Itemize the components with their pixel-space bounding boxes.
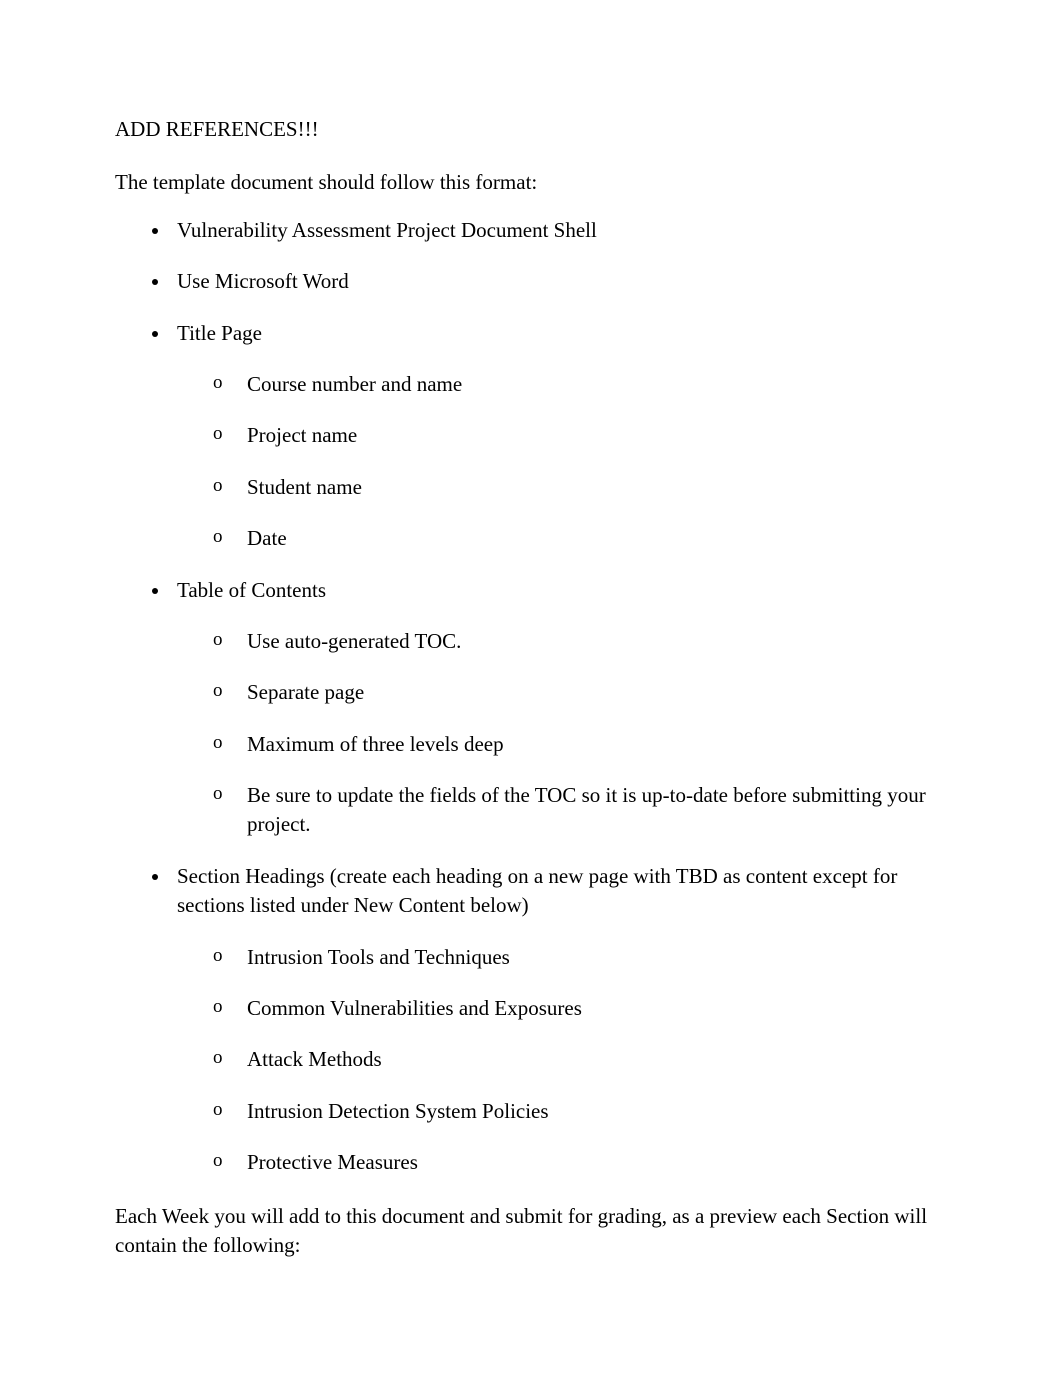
closing-text: Each Week you will add to this document … <box>115 1202 947 1261</box>
sub-marker: o <box>213 730 247 757</box>
list-item: Section Headings (create each heading on… <box>171 862 947 1178</box>
intro-text: The template document should follow this… <box>115 168 947 197</box>
list-item: Title Page oCourse number and name oProj… <box>171 319 947 554</box>
sub-item-text: Attack Methods <box>247 1045 947 1074</box>
sub-marker: o <box>213 1148 247 1175</box>
sub-item-text: Intrusion Tools and Techniques <box>247 943 947 972</box>
sub-list-item: oCourse number and name <box>213 370 947 399</box>
sub-item-text: Use auto-generated TOC. <box>247 627 947 656</box>
sub-list-item: oProject name <box>213 421 947 450</box>
sub-list-item: oBe sure to update the fields of the TOC… <box>213 781 947 840</box>
sub-list-item: oIntrusion Tools and Techniques <box>213 943 947 972</box>
sub-list-item: oIntrusion Detection System Policies <box>213 1097 947 1126</box>
sub-list: oIntrusion Tools and Techniques oCommon … <box>177 943 947 1178</box>
list-item-text: Vulnerability Assessment Project Documen… <box>177 218 597 242</box>
sub-item-text: Common Vulnerabilities and Exposures <box>247 994 947 1023</box>
sub-marker: o <box>213 627 247 654</box>
list-item-text: Section Headings (create each heading on… <box>177 864 897 917</box>
sub-item-text: Be sure to update the fields of the TOC … <box>247 781 947 840</box>
sub-marker: o <box>213 1097 247 1124</box>
sub-item-text: Course number and name <box>247 370 947 399</box>
list-item: Vulnerability Assessment Project Documen… <box>171 216 947 245</box>
list-item: Table of Contents oUse auto-generated TO… <box>171 576 947 840</box>
sub-list-item: oUse auto-generated TOC. <box>213 627 947 656</box>
sub-marker: o <box>213 994 247 1021</box>
sub-item-text: Protective Measures <box>247 1148 947 1177</box>
sub-item-text: Maximum of three levels deep <box>247 730 947 759</box>
sub-marker: o <box>213 524 247 551</box>
sub-item-text: Project name <box>247 421 947 450</box>
sub-list-item: oAttack Methods <box>213 1045 947 1074</box>
page-heading: ADD REFERENCES!!! <box>115 115 947 144</box>
list-item-text: Title Page <box>177 321 262 345</box>
sub-item-text: Separate page <box>247 678 947 707</box>
sub-list-item: oProtective Measures <box>213 1148 947 1177</box>
sub-list: oUse auto-generated TOC. oSeparate page … <box>177 627 947 840</box>
sub-marker: o <box>213 473 247 500</box>
list-item-text: Table of Contents <box>177 578 326 602</box>
outline-list: Vulnerability Assessment Project Documen… <box>115 216 947 1178</box>
sub-list-item: oStudent name <box>213 473 947 502</box>
sub-marker: o <box>213 781 247 808</box>
sub-list-item: oDate <box>213 524 947 553</box>
sub-marker: o <box>213 678 247 705</box>
sub-marker: o <box>213 1045 247 1072</box>
sub-item-text: Student name <box>247 473 947 502</box>
sub-list: oCourse number and name oProject name oS… <box>177 370 947 554</box>
sub-marker: o <box>213 421 247 448</box>
sub-item-text: Date <box>247 524 947 553</box>
list-item-text: Use Microsoft Word <box>177 269 349 293</box>
sub-list-item: oMaximum of three levels deep <box>213 730 947 759</box>
sub-item-text: Intrusion Detection System Policies <box>247 1097 947 1126</box>
list-item: Use Microsoft Word <box>171 267 947 296</box>
sub-marker: o <box>213 943 247 970</box>
sub-list-item: oSeparate page <box>213 678 947 707</box>
sub-marker: o <box>213 370 247 397</box>
sub-list-item: oCommon Vulnerabilities and Exposures <box>213 994 947 1023</box>
